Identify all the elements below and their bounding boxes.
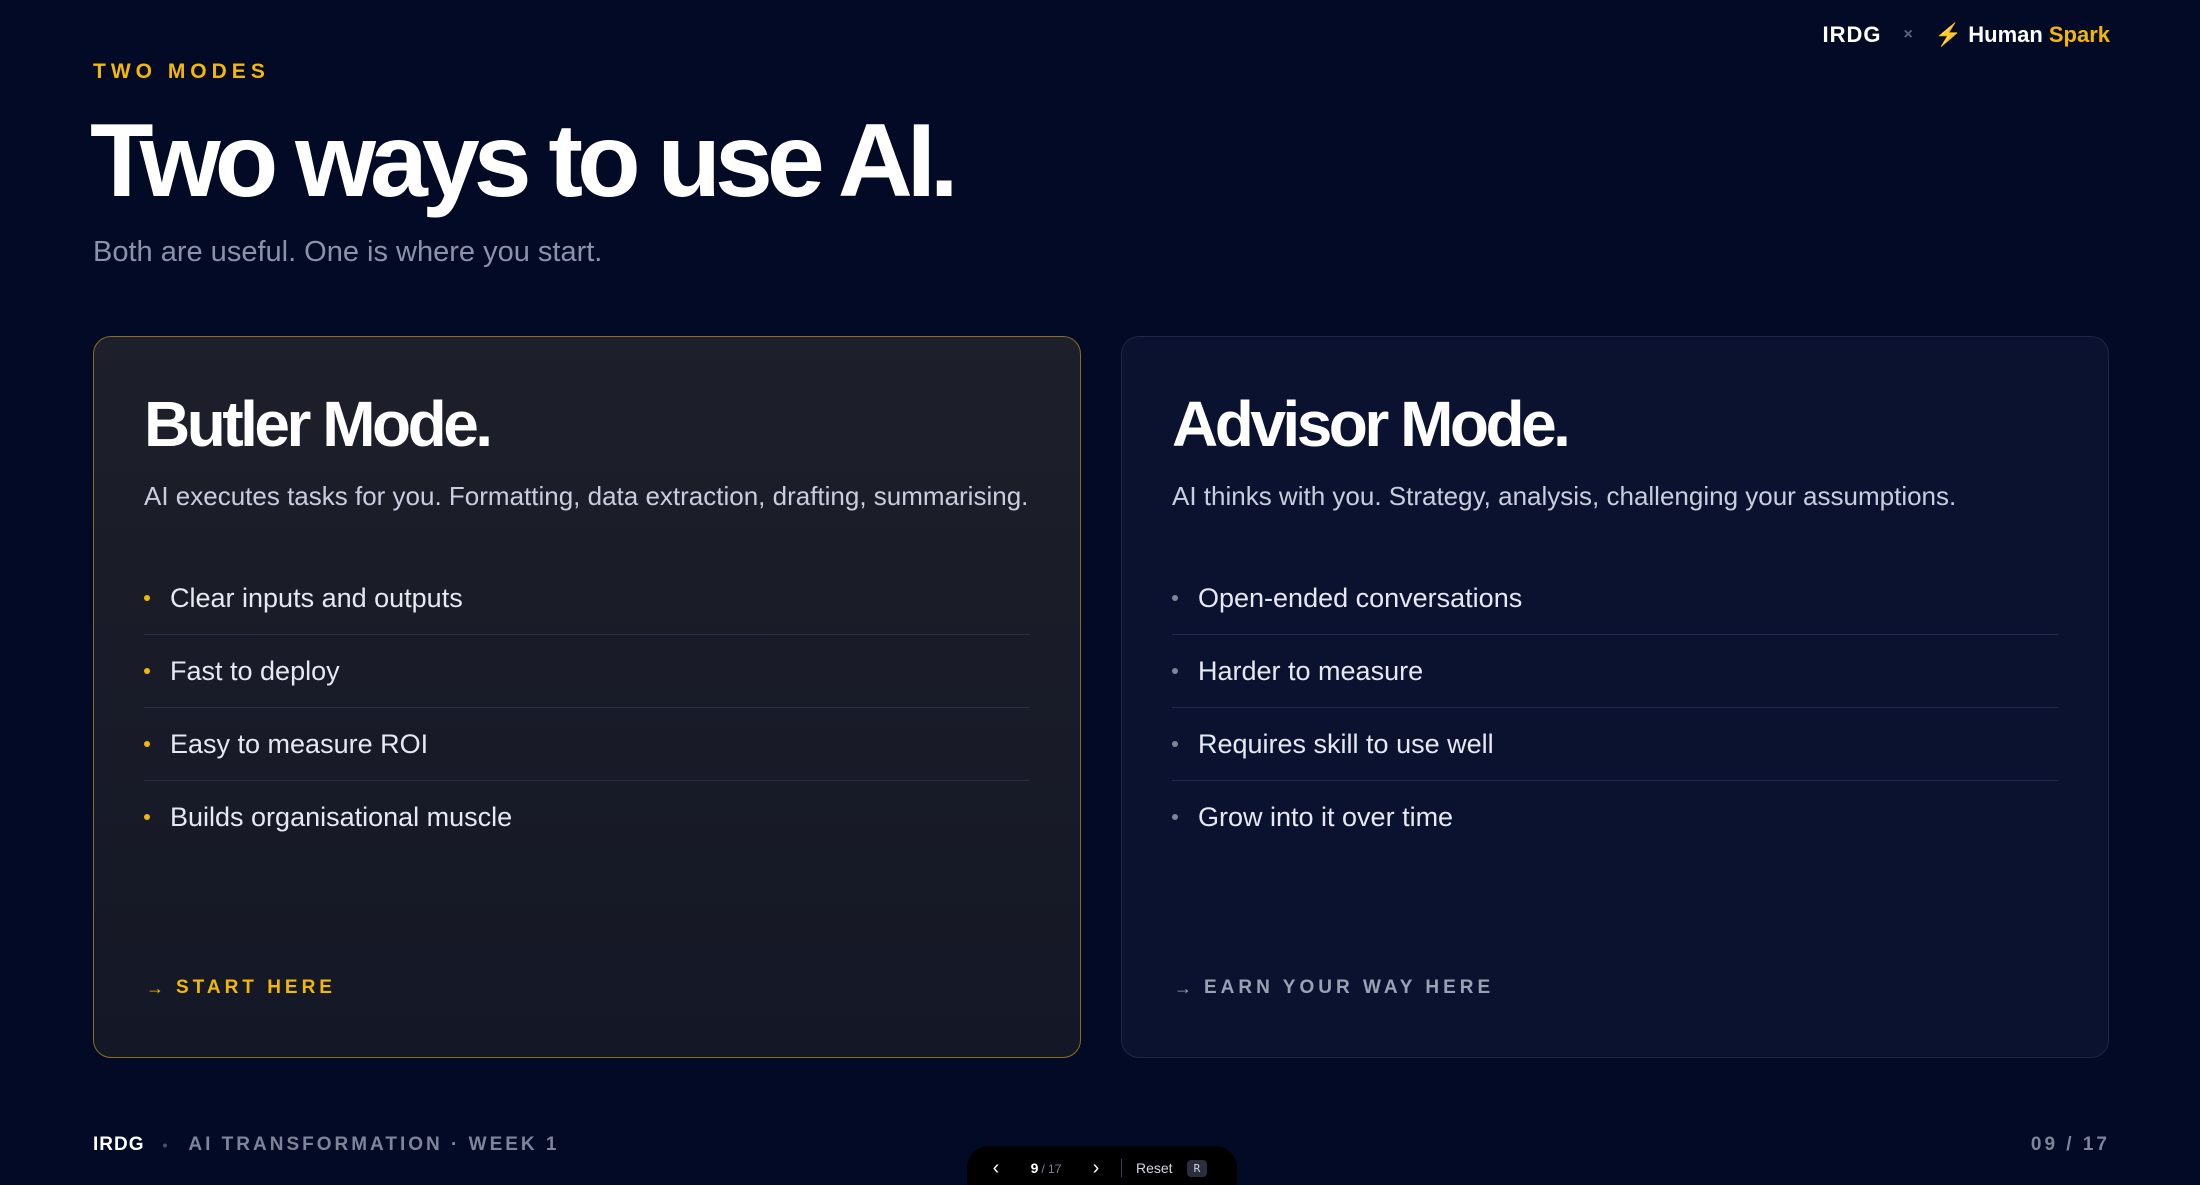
list-item-label: Harder to measure bbox=[1198, 655, 1424, 686]
bullet-dot-icon bbox=[144, 814, 150, 821]
arrow-right-icon: → bbox=[146, 977, 164, 998]
list-item-label: Grow into it over time bbox=[1198, 801, 1454, 832]
bullet-dot-icon bbox=[1172, 595, 1178, 602]
card-title: Butler Mode. bbox=[144, 388, 493, 460]
slide-page: IRDG × ⚡ Human Spark TWO MODES Two ways … bbox=[0, 0, 2200, 1185]
footer-bullet: • bbox=[162, 1137, 171, 1153]
list-item: Easy to measure ROI bbox=[144, 708, 1030, 782]
footer-org: IRDG bbox=[93, 1134, 145, 1155]
start-here-cta: → START HERE bbox=[146, 977, 336, 999]
slide-navigation: ‹ 9 / 17 › Reset R bbox=[967, 1146, 1237, 1185]
partner-logo: ⚡ Human Spark bbox=[1935, 22, 2110, 48]
cta-label: START HERE bbox=[176, 977, 336, 998]
list-item: Clear inputs and outputs bbox=[144, 562, 1030, 636]
list-item-label: Clear inputs and outputs bbox=[170, 582, 463, 613]
list-item-label: Open-ended conversations bbox=[1198, 582, 1523, 613]
list-item-label: Builds organisational muscle bbox=[170, 801, 513, 832]
bullet-dot-icon bbox=[1172, 814, 1178, 821]
brand-separator: × bbox=[1903, 26, 1913, 43]
list-item: Requires skill to use well bbox=[1172, 708, 2058, 782]
lightning-bolt-icon: ⚡ bbox=[1934, 22, 1963, 47]
list-item: Grow into it over time bbox=[1172, 781, 2058, 853]
reset-shortcut-key: R bbox=[1186, 1159, 1208, 1177]
advisor-mode-card: Advisor Mode. AI thinks with you. Strate… bbox=[1121, 336, 2109, 1058]
list-item: Fast to deploy bbox=[144, 635, 1030, 709]
list-item: Builds organisational muscle bbox=[144, 781, 1030, 853]
card-title: Advisor Mode. bbox=[1172, 388, 1571, 460]
list-item: Harder to measure bbox=[1172, 635, 2058, 709]
brand-org: IRDG bbox=[1822, 22, 1882, 47]
bullet-dot-icon bbox=[144, 741, 150, 748]
list-item: Open-ended conversations bbox=[1172, 562, 2058, 636]
card-description: AI executes tasks for you. Formatting, d… bbox=[144, 481, 1029, 512]
chevron-left-icon[interactable]: ‹ bbox=[985, 1157, 1007, 1180]
bullet-dot-icon bbox=[144, 668, 150, 675]
nav-divider bbox=[1121, 1159, 1122, 1177]
list-item-label: Easy to measure ROI bbox=[170, 728, 429, 759]
list-item-label: Fast to deploy bbox=[170, 655, 340, 686]
bullet-dot-icon bbox=[144, 595, 150, 602]
reset-button[interactable]: Reset bbox=[1136, 1160, 1173, 1176]
feature-list: Open-ended conversations Harder to measu… bbox=[1172, 562, 2058, 853]
chevron-right-icon[interactable]: › bbox=[1085, 1157, 1107, 1180]
slide-subhead: Both are useful. One is where you start. bbox=[93, 236, 603, 268]
slide-headline: Two ways to use AI. bbox=[90, 103, 959, 219]
page-indicator: 09 / 17 bbox=[2030, 1134, 2110, 1155]
current-slide: 9 bbox=[1030, 1160, 1039, 1176]
butler-mode-card: Butler Mode. AI executes tasks for you. … bbox=[93, 336, 1081, 1058]
partner-name-second: Spark bbox=[2048, 22, 2110, 47]
total-slides: / 17 bbox=[1041, 1162, 1062, 1176]
section-eyebrow: TWO MODES bbox=[93, 60, 270, 83]
bullet-dot-icon bbox=[1172, 741, 1178, 748]
list-item-label: Requires skill to use well bbox=[1198, 728, 1494, 759]
arrow-right-icon: → bbox=[1174, 977, 1192, 998]
earn-your-way-cta: → EARN YOUR WAY HERE bbox=[1174, 977, 1494, 999]
footer-course: AI TRANSFORMATION · WEEK 1 bbox=[188, 1134, 560, 1155]
feature-list: Clear inputs and outputs Fast to deploy … bbox=[144, 562, 1030, 853]
footer-course-label: IRDG • AI TRANSFORMATION · WEEK 1 bbox=[93, 1134, 560, 1156]
slide-counter: 9 / 17 bbox=[1021, 1160, 1071, 1176]
brand-lockup: IRDG × ⚡ Human Spark bbox=[1823, 22, 2110, 48]
cta-label: EARN YOUR WAY HERE bbox=[1204, 977, 1495, 998]
partner-name-first: Human bbox=[1968, 22, 2043, 47]
bullet-dot-icon bbox=[1172, 668, 1178, 675]
card-description: AI thinks with you. Strategy, analysis, … bbox=[1172, 481, 1957, 512]
